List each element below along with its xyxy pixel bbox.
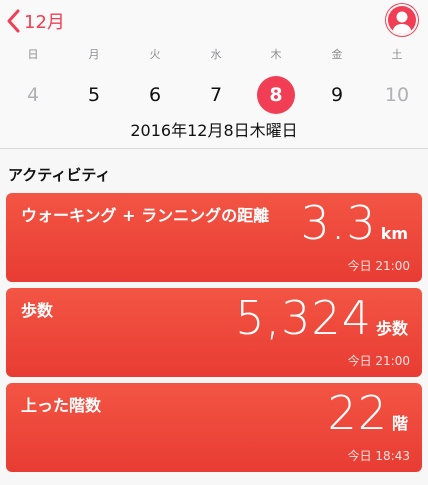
card-value: 5,324 歩数 [235,291,408,345]
day-number: 6 [148,84,162,106]
value-unit: 歩数 [375,319,408,338]
value-unit: 階 [391,414,408,433]
profile-button[interactable] [388,6,416,34]
back-button[interactable]: 12月 [6,6,65,36]
calendar-header: 12月 日 4 月 5 火 6 水 7 木 8 金 9 土 10 2016年12… [0,0,428,149]
value-number: 22 [327,386,388,440]
day-mon[interactable]: 月 5 [64,46,124,114]
user-icon [392,11,412,34]
card-value: 3.3 km [301,196,408,250]
day-wed[interactable]: 水 7 [186,46,246,114]
day-fri[interactable]: 金 9 [307,46,367,114]
section-title: アクティビティ [8,166,111,184]
weekday-label: 土 [391,48,403,61]
week-strip: 日 4 月 5 火 6 水 7 木 8 金 9 土 10 [0,46,428,116]
weekday-label: 月 [88,48,100,61]
day-number: 9 [330,84,344,106]
card-title: ウォーキング + ランニングの距離 [21,206,270,225]
weekday-label: 火 [149,48,161,61]
card-timestamp: 今日 21:00 [347,259,410,273]
day-sun[interactable]: 日 4 [3,46,63,114]
weekday-label: 木 [270,48,282,61]
day-number: 10 [384,84,410,106]
back-label: 12月 [24,12,65,33]
day-number: 5 [87,84,101,106]
value-unit: km [380,224,408,243]
steps-card[interactable]: 歩数 5,324 歩数 今日 21:00 [6,288,422,377]
chevron-left-icon [7,9,20,33]
weekday-label: 日 [27,48,39,61]
card-timestamp: 今日 18:43 [347,449,410,463]
day-sat[interactable]: 土 10 [367,46,427,114]
day-thu-selected[interactable]: 木 8 [246,46,306,114]
value-number: 3.3 [300,196,377,250]
day-number: 7 [209,84,223,106]
flights-climbed-card[interactable]: 上った階数 22 階 今日 18:43 [6,383,422,472]
value-number: 5,324 [235,291,372,345]
day-number: 4 [26,84,40,106]
card-value: 22 階 [327,386,408,440]
day-tue[interactable]: 火 6 [125,46,185,114]
card-title: 上った階数 [21,396,102,415]
selected-date-label: 2016年12月8日木曜日 [130,121,298,140]
day-number: 8 [257,76,295,114]
weekday-label: 金 [331,48,343,61]
distance-card[interactable]: ウォーキング + ランニングの距離 3.3 km 今日 21:00 [6,193,422,282]
card-timestamp: 今日 21:00 [347,354,410,368]
weekday-label: 水 [210,48,222,61]
